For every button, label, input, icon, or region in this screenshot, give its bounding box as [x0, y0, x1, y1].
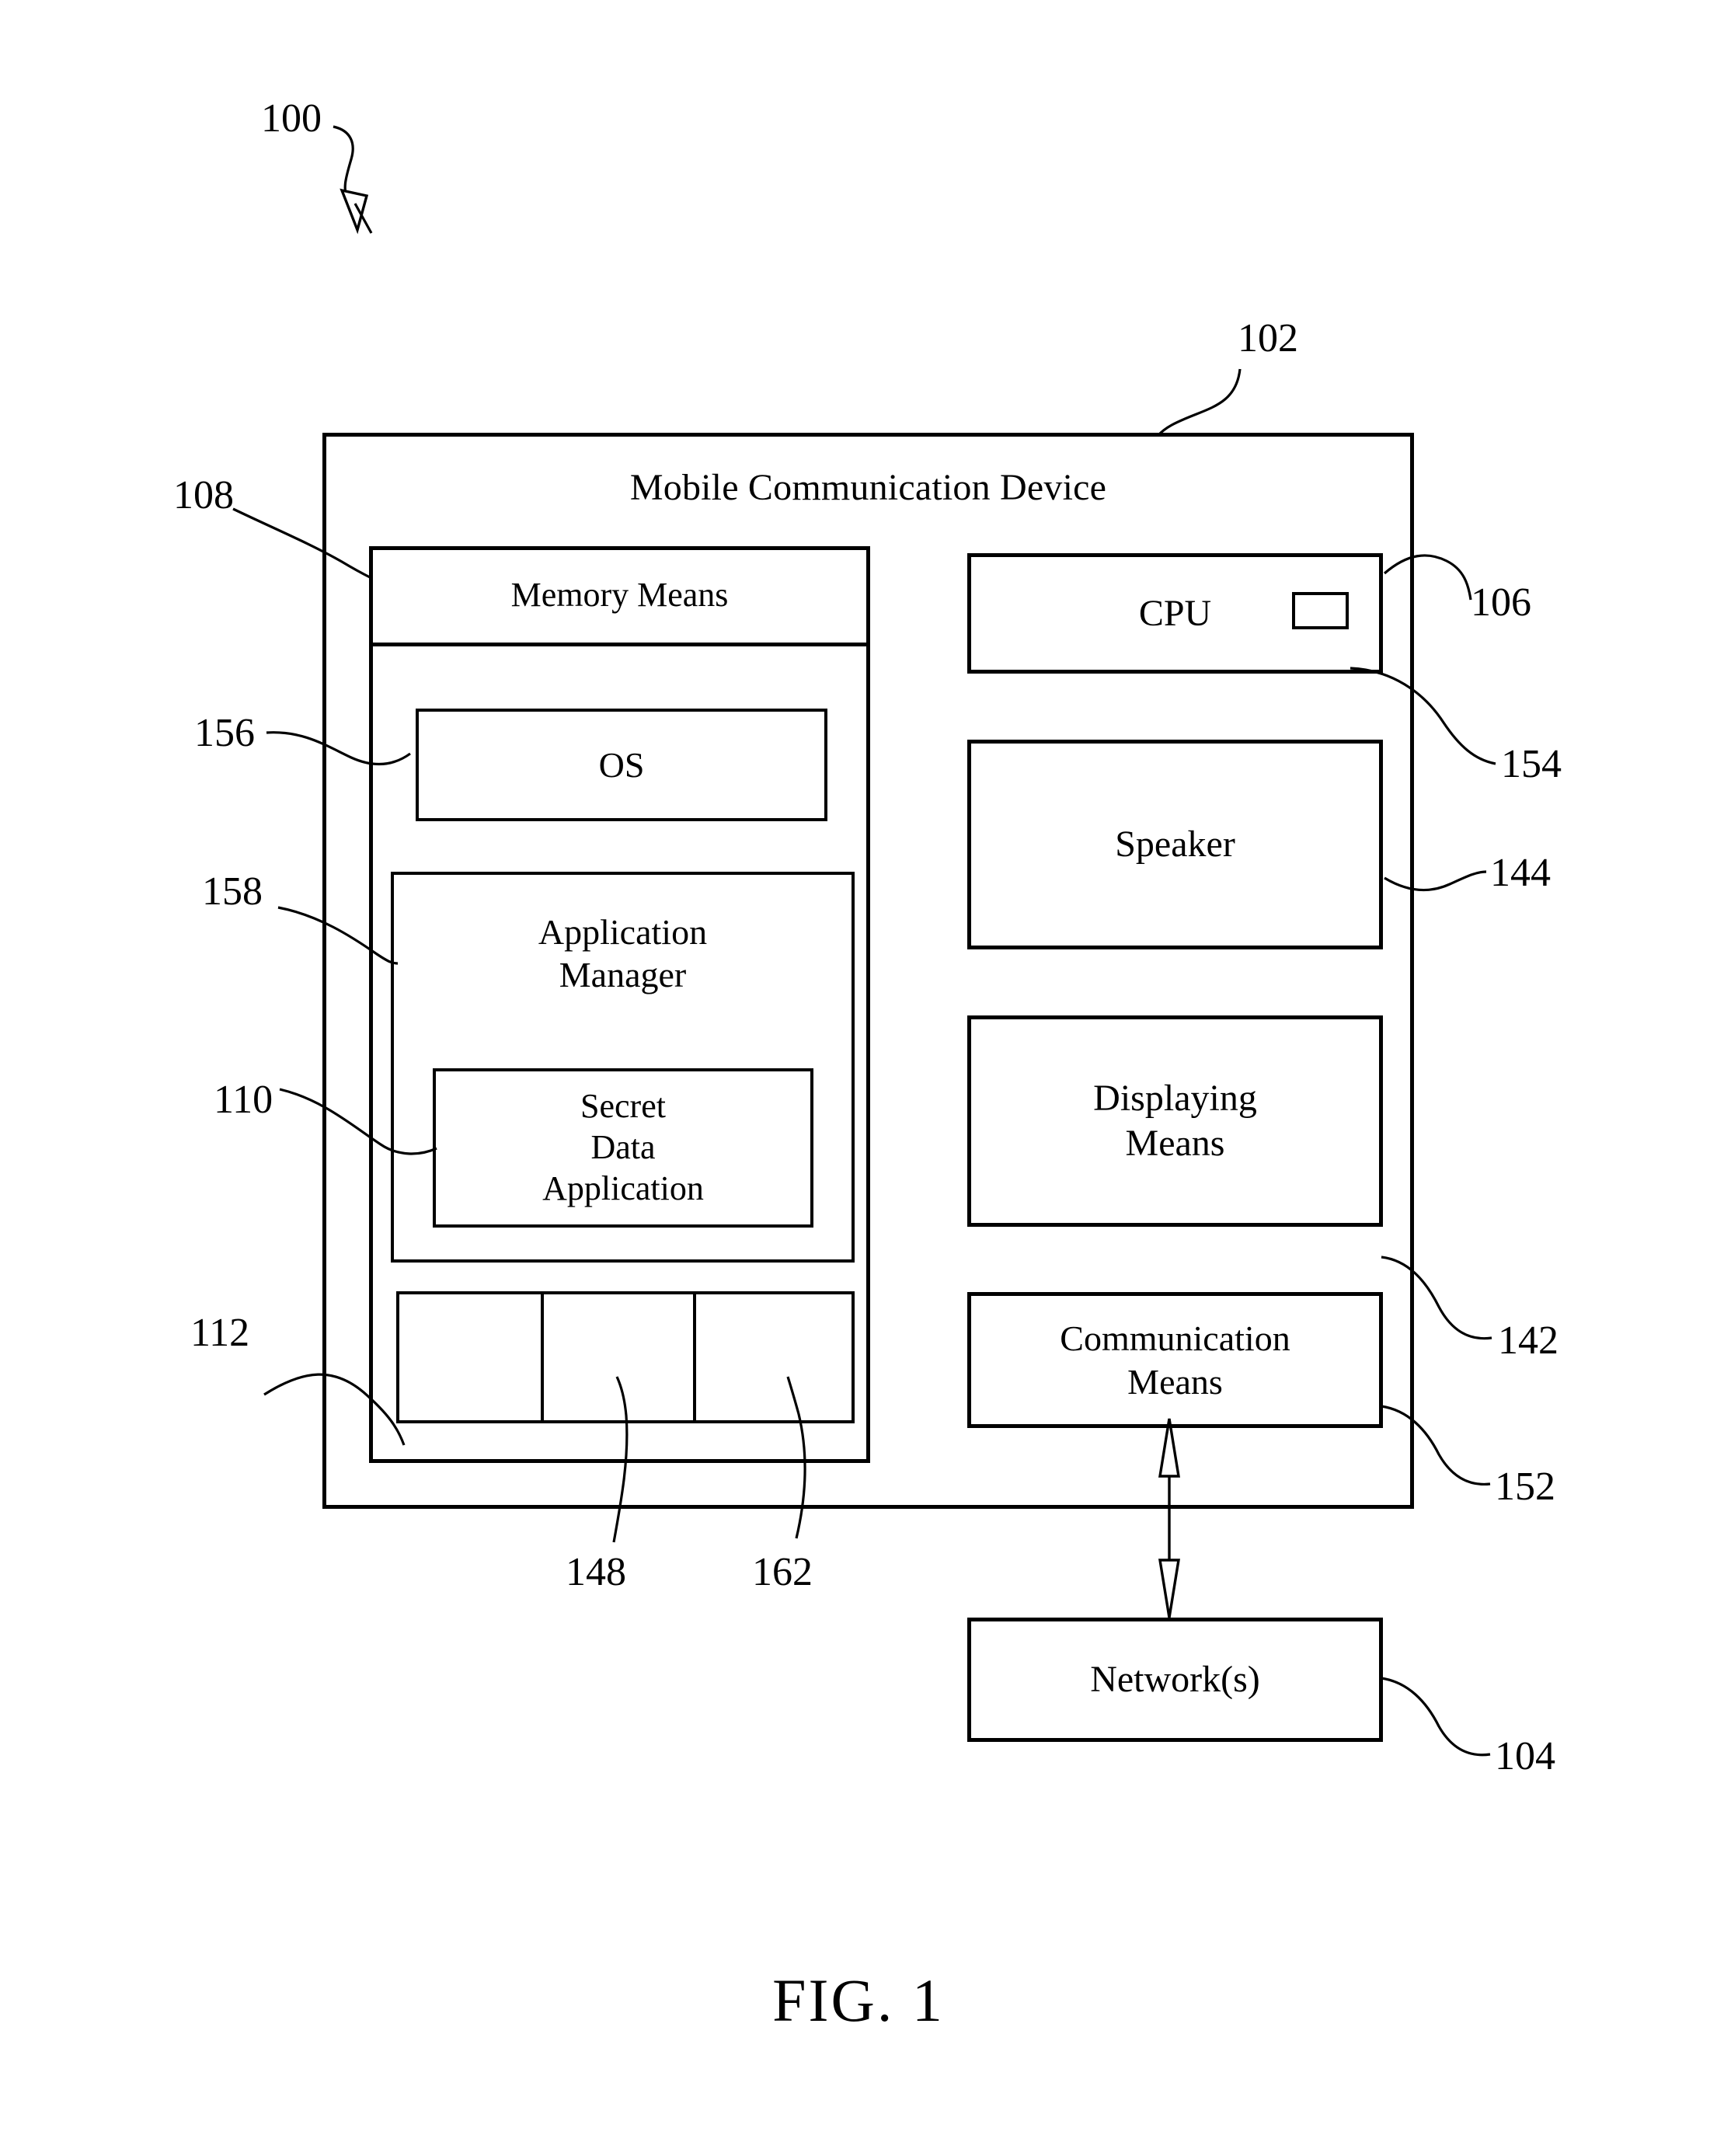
application-manager-label: Application Manager	[538, 911, 708, 994]
figure-caption: FIG. 1	[772, 1966, 945, 2034]
secret-data-application-label: Secret Data Application	[542, 1087, 704, 1207]
speaker-label: Speaker	[1115, 824, 1235, 866]
numeral-158: 158	[202, 869, 263, 914]
numeral-108: 108	[173, 473, 234, 517]
memory-cell-162	[693, 1291, 855, 1423]
numeral-100: 100	[261, 96, 322, 141]
numeral-104: 104	[1495, 1734, 1555, 1778]
network-link-arrowhead-down	[1158, 1559, 1180, 1618]
numeral-144: 144	[1490, 851, 1551, 895]
network-label: Network(s)	[1090, 1659, 1260, 1701]
cpu-inner-element-box	[1292, 592, 1349, 629]
memory-cell-148	[541, 1291, 693, 1423]
numeral-148: 148	[566, 1550, 626, 1594]
numeral-106: 106	[1471, 580, 1531, 625]
device-title: Mobile Communication Device	[629, 467, 1107, 508]
numeral-142: 142	[1498, 1318, 1559, 1363]
numeral-156: 156	[194, 711, 255, 755]
leader-100-tail	[354, 203, 373, 234]
leader-104	[1381, 1677, 1491, 1757]
arrowhead-100	[340, 188, 369, 235]
displaying-means-label: Displaying Means	[1093, 1078, 1257, 1164]
leader-102	[1156, 368, 1242, 437]
numeral-162: 162	[752, 1550, 813, 1594]
os-label: OS	[598, 744, 645, 785]
memory-cell-112	[396, 1291, 541, 1423]
numeral-110: 110	[214, 1078, 273, 1122]
numeral-154: 154	[1501, 742, 1562, 786]
patent-figure-page: Mobile Communication Device Memory Means…	[0, 0, 1717, 2156]
memory-means-title: Memory Means	[510, 575, 729, 614]
numeral-102: 102	[1238, 316, 1298, 360]
numeral-152: 152	[1495, 1465, 1555, 1509]
communication-means-label: Communication Means	[1060, 1318, 1290, 1402]
leader-100	[333, 125, 354, 201]
memory-header-divider	[369, 643, 870, 646]
numeral-112: 112	[190, 1311, 250, 1355]
